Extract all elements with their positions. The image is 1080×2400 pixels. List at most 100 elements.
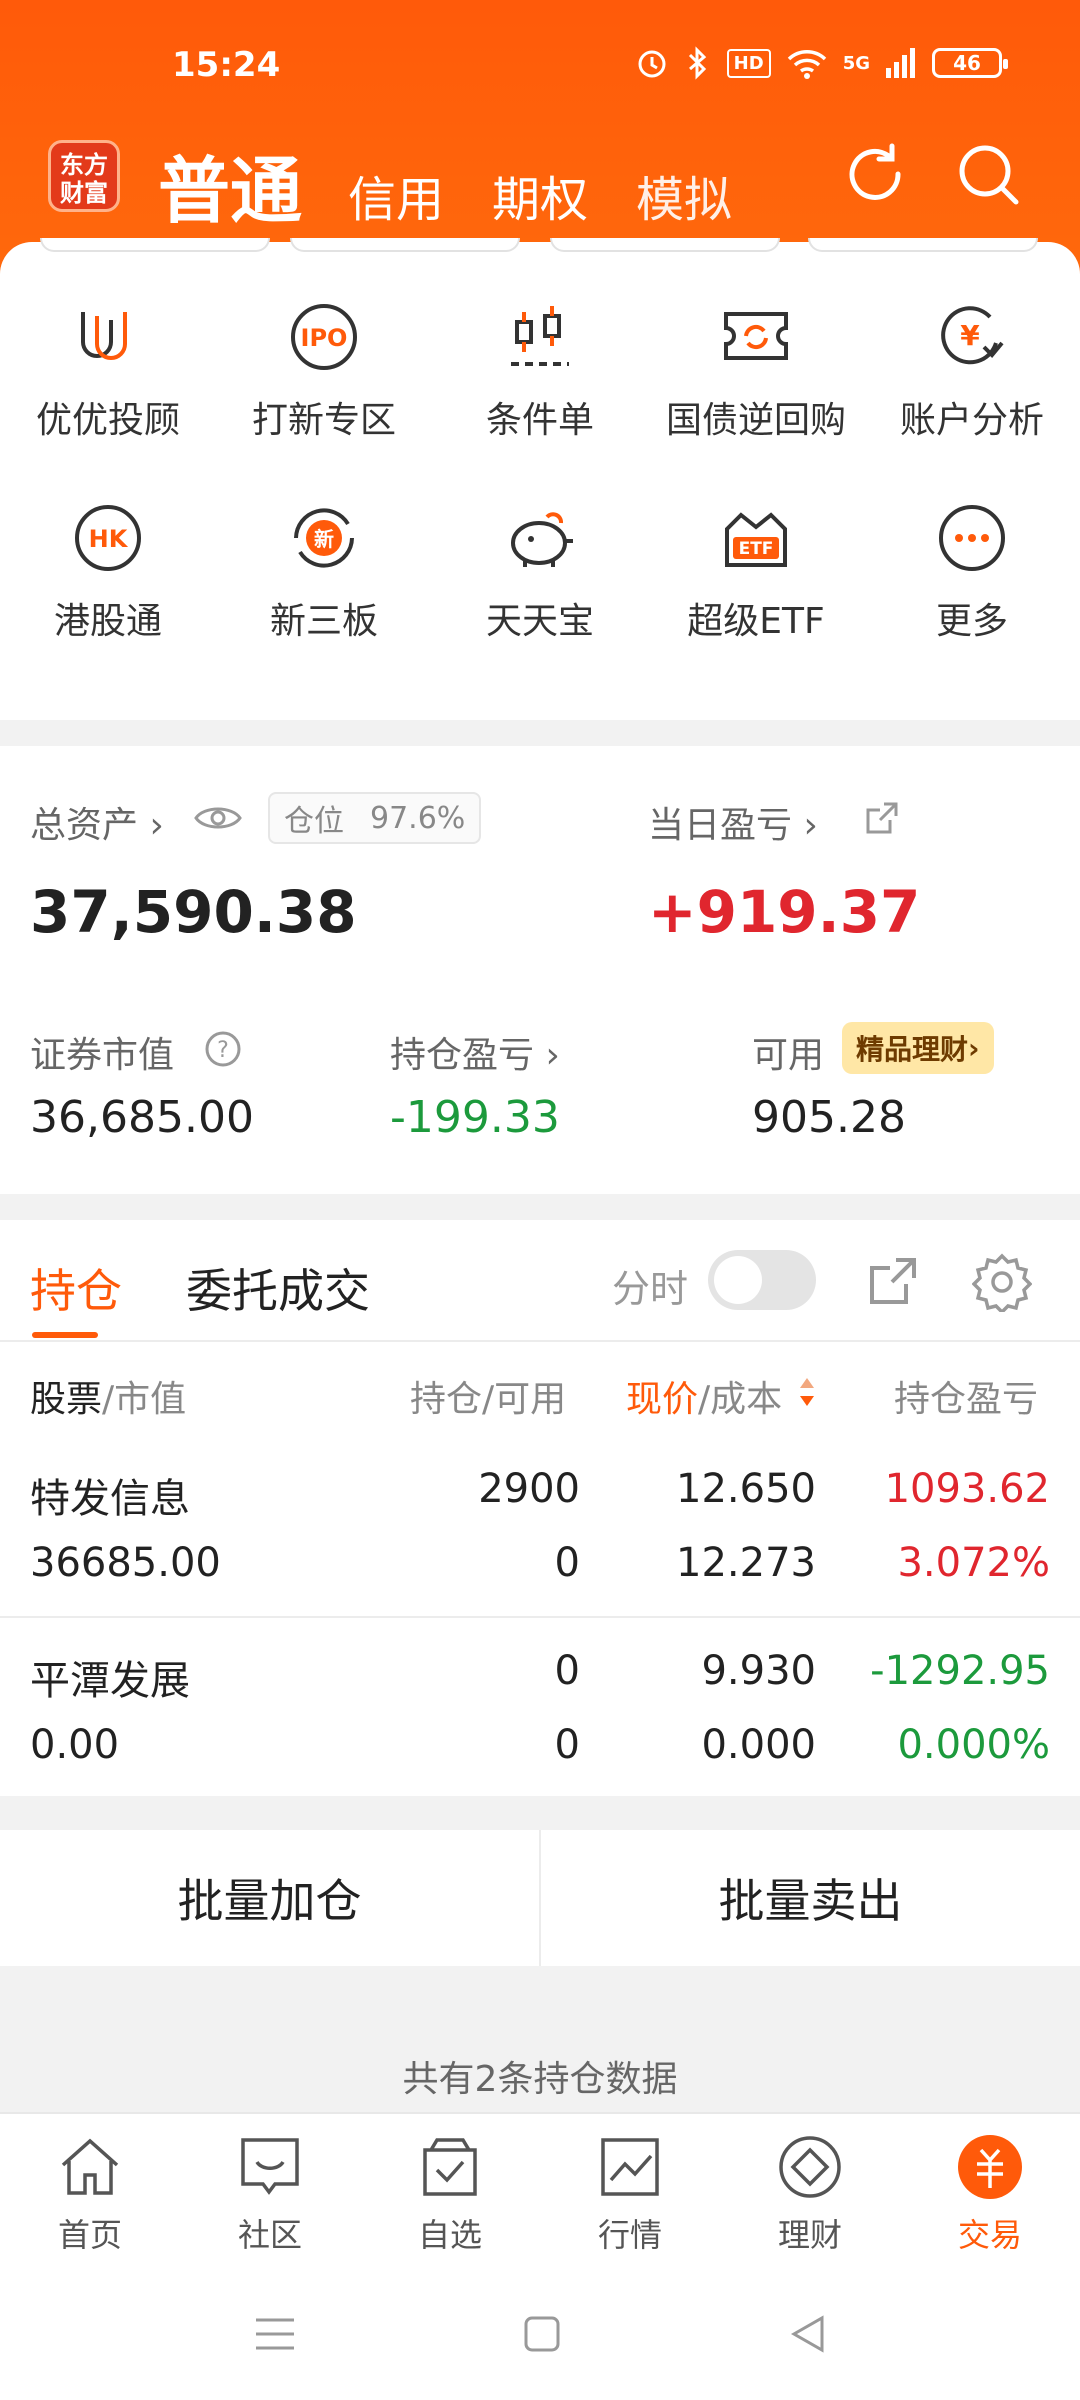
menu-item-uu-advisor[interactable]: 优优投顾: [0, 297, 216, 443]
more-icon: [939, 505, 1005, 571]
network-type: 5G: [842, 52, 870, 74]
menu-top-edge: [0, 238, 1080, 252]
market-value: 36,685.00: [30, 1092, 254, 1143]
stock-name: 特发信息: [30, 1476, 190, 1522]
menu-grid: 优优投顾 IPO 打新专区 条件单 国债逆回购 ¥ 账户分析 HK 港股通 新 …: [0, 297, 1080, 644]
stock-market-value: 36685.00: [30, 1540, 221, 1586]
col-hold-pl[interactable]: 持仓盈亏: [894, 1370, 1054, 1422]
hold-pl-label[interactable]: 持仓盈亏 ›: [390, 1026, 560, 1078]
divider: [0, 1616, 1080, 1618]
col-stock-value[interactable]: 股票/市值: [30, 1370, 186, 1422]
hd-badge: HD: [726, 48, 771, 78]
external-link-icon[interactable]: [866, 1254, 920, 1308]
back-icon[interactable]: [788, 2314, 828, 2354]
stock-pl-pct: 3.072%: [897, 1540, 1050, 1586]
menu-item-conditional-order[interactable]: 条件单: [432, 297, 648, 443]
menu-item-hk-connect[interactable]: HK 港股通: [0, 498, 216, 644]
ipo-icon: IPO: [291, 304, 357, 370]
menu-item-more[interactable]: 更多: [864, 498, 1080, 644]
wealth-icon: [779, 2136, 841, 2198]
home-square-icon[interactable]: [522, 2314, 562, 2354]
batch-actions: 批量加仓 批量卖出: [0, 1830, 1080, 1966]
svg-text:新: 新: [314, 527, 334, 551]
nav-market[interactable]: 行情: [540, 2114, 720, 2270]
stock-market-value: 0.00: [30, 1722, 120, 1768]
total-assets-value: 37,590.38: [30, 878, 357, 946]
stock-available: 0: [554, 1722, 580, 1768]
svg-text:ETF: ETF: [739, 539, 774, 559]
batch-add-button[interactable]: 批量加仓: [0, 1830, 539, 1966]
wifi-icon: [787, 50, 826, 79]
quick-menu: 优优投顾 IPO 打新专区 条件单 国债逆回购 ¥ 账户分析 HK 港股通 新 …: [0, 238, 1080, 720]
stock-available: 0: [554, 1540, 580, 1586]
app-logo[interactable]: 东方 财富: [48, 140, 120, 212]
active-tab-indicator: [32, 1332, 98, 1338]
tab-simulation[interactable]: 模拟: [636, 160, 732, 230]
stock-pl-pct: 0.000%: [897, 1722, 1050, 1768]
batch-sell-button[interactable]: 批量卖出: [539, 1830, 1080, 1966]
menu-item-account-analysis[interactable]: ¥ 账户分析: [864, 297, 1080, 443]
daily-pl-label[interactable]: 当日盈亏 ›: [648, 796, 818, 848]
menu-item-tiantianbao[interactable]: 天天宝: [432, 498, 648, 644]
bottom-nav: 首页 社区 自选 行情 理财 交易: [0, 2112, 1080, 2270]
nav-trade[interactable]: 交易: [900, 2114, 1080, 2270]
alarm-icon: [638, 50, 666, 78]
position-ratio-badge: 仓位 97.6%: [268, 792, 482, 844]
home-icon: [61, 2138, 119, 2195]
stock-qty: 2900: [478, 1466, 580, 1512]
bluetooth-icon: [688, 46, 706, 80]
available-value: 905.28: [752, 1092, 906, 1143]
divider: [0, 1340, 1080, 1342]
available-label: 可用: [752, 1035, 825, 1076]
stock-qty: 0: [554, 1648, 580, 1694]
eye-icon[interactable]: [194, 802, 242, 834]
tab-positions[interactable]: 持仓: [30, 1255, 122, 1321]
menu-stub: [808, 238, 1038, 252]
total-assets-label[interactable]: 总资产 ›: [30, 796, 164, 848]
status-icons: HD 5G 46: [635, 46, 1008, 80]
search-icon[interactable]: [954, 140, 1024, 210]
system-nav-bar: [0, 2270, 1080, 2400]
etf-icon: ETF: [725, 512, 787, 567]
stock-pl: 1093.62: [884, 1466, 1050, 1512]
refresh-icon[interactable]: [840, 140, 910, 210]
menu-item-neeq[interactable]: 新 新三板: [216, 498, 432, 644]
stock-pl: -1292.95: [870, 1648, 1050, 1694]
col-qty-available[interactable]: 持仓/可用: [410, 1370, 566, 1422]
share-icon[interactable]: [864, 800, 900, 836]
watchlist-icon: [423, 2138, 477, 2196]
menu-item-super-etf[interactable]: ETF 超级ETF: [648, 498, 864, 644]
stock-name: 平潭发展: [30, 1658, 190, 1704]
help-icon[interactable]: ?: [204, 1030, 242, 1068]
nav-watchlist[interactable]: 自选: [360, 2114, 540, 2270]
col-price-cost[interactable]: 现价/成本: [626, 1370, 782, 1422]
intraday-label: 分时: [612, 1267, 689, 1311]
hold-pl-value: -199.33: [390, 1092, 560, 1143]
community-icon: [241, 2138, 299, 2195]
intraday-toggle[interactable]: [708, 1250, 816, 1310]
nav-home[interactable]: 首页: [0, 2114, 180, 2270]
tab-credit[interactable]: 信用: [348, 160, 444, 230]
tab-orders[interactable]: 委托成交: [186, 1255, 370, 1321]
nav-community[interactable]: 社区: [180, 2114, 360, 2270]
tab-normal[interactable]: 普通: [158, 132, 302, 237]
tab-options[interactable]: 期权: [492, 160, 588, 230]
menu-item-ipo[interactable]: IPO 打新专区: [216, 297, 432, 443]
svg-text:¥: ¥: [960, 319, 980, 352]
settings-icon[interactable]: [972, 1252, 1032, 1312]
menu-item-repo[interactable]: 国债逆回购: [648, 297, 864, 443]
market-icon: [601, 2138, 659, 2196]
piggy-icon: [511, 512, 573, 567]
nav-wealth[interactable]: 理财: [720, 2114, 900, 2270]
repo-icon: [724, 312, 788, 360]
daily-pl-value: +919.37: [648, 878, 921, 946]
holdings-count: 共有2条持仓数据: [402, 2059, 678, 2100]
stock-price: 12.650: [676, 1466, 816, 1512]
menu-stub: [290, 238, 520, 252]
menu-icon[interactable]: [254, 2314, 296, 2354]
premium-wealth-button[interactable]: 精品理财 ›: [842, 1022, 994, 1074]
menu-stub: [550, 238, 780, 252]
svg-text:IPO: IPO: [301, 324, 348, 352]
status-time: 15:24: [172, 45, 281, 85]
sort-icon[interactable]: [798, 1374, 816, 1410]
